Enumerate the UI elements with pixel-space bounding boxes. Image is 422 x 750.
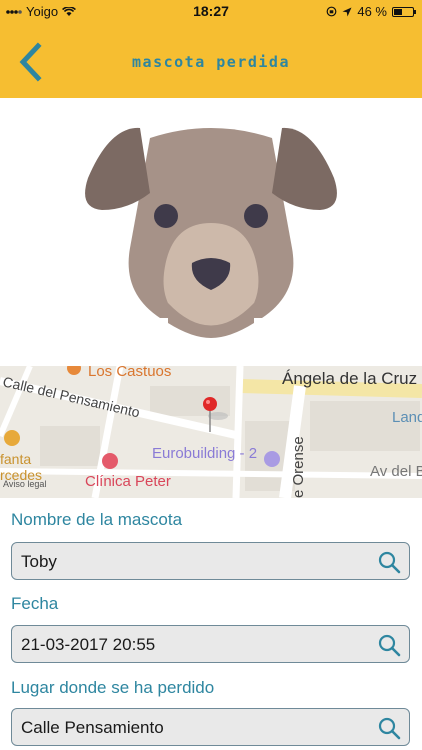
location-value: Calle Pensamiento <box>21 718 164 737</box>
nav-bar: mascota perdida <box>0 22 422 98</box>
map-label-land: Land <box>392 409 422 426</box>
map-label-angela: Ángela de la Cruz <box>282 369 417 388</box>
shop-poi-icon <box>4 430 20 446</box>
map-legal-link[interactable]: Aviso legal <box>3 479 46 489</box>
location-map[interactable]: Los Castuos Ángela de la Cruz Calle del … <box>0 366 422 498</box>
status-bar: Yoigo 18:27 46 % <box>0 0 422 22</box>
hotel-poi-icon <box>264 451 280 467</box>
date-label: Fecha <box>11 594 59 613</box>
map-label-los-castuos: Los Castuos <box>88 366 171 380</box>
search-icon[interactable] <box>377 716 401 740</box>
map-label-eurobuilding: Eurobuilding - 2 <box>152 445 257 462</box>
location-label: Lugar donde se ha perdido <box>11 678 215 697</box>
dog-face-icon <box>85 127 337 338</box>
map-label-orense: e Orense <box>290 436 307 498</box>
battery-icon <box>392 6 416 17</box>
battery-percent: 46 % <box>357 4 387 19</box>
pet-name-label: Nombre de la mascota <box>11 510 183 529</box>
orientation-lock-icon <box>326 6 337 17</box>
map-label-clinica: Clínica Peter <box>85 473 171 490</box>
map-label-infanta: fanta <box>0 451 31 467</box>
map-canvas: Los Castuos Ángela de la Cruz Calle del … <box>0 366 422 498</box>
date-value: 21-03-2017 20:55 <box>21 635 156 654</box>
clinic-poi-icon <box>102 453 118 469</box>
search-icon[interactable] <box>377 633 401 657</box>
map-label-av: Av del B <box>370 463 422 480</box>
pet-name-field[interactable]: Toby <box>11 542 410 580</box>
page-title: mascota perdida <box>132 53 290 71</box>
date-field[interactable]: 21-03-2017 20:55 <box>11 625 410 663</box>
pet-name-value: Toby <box>21 552 57 571</box>
location-arrow-icon <box>342 7 352 16</box>
location-field[interactable]: Calle Pensamiento <box>11 708 410 746</box>
pet-illustration <box>0 98 422 366</box>
search-icon[interactable] <box>377 550 401 574</box>
